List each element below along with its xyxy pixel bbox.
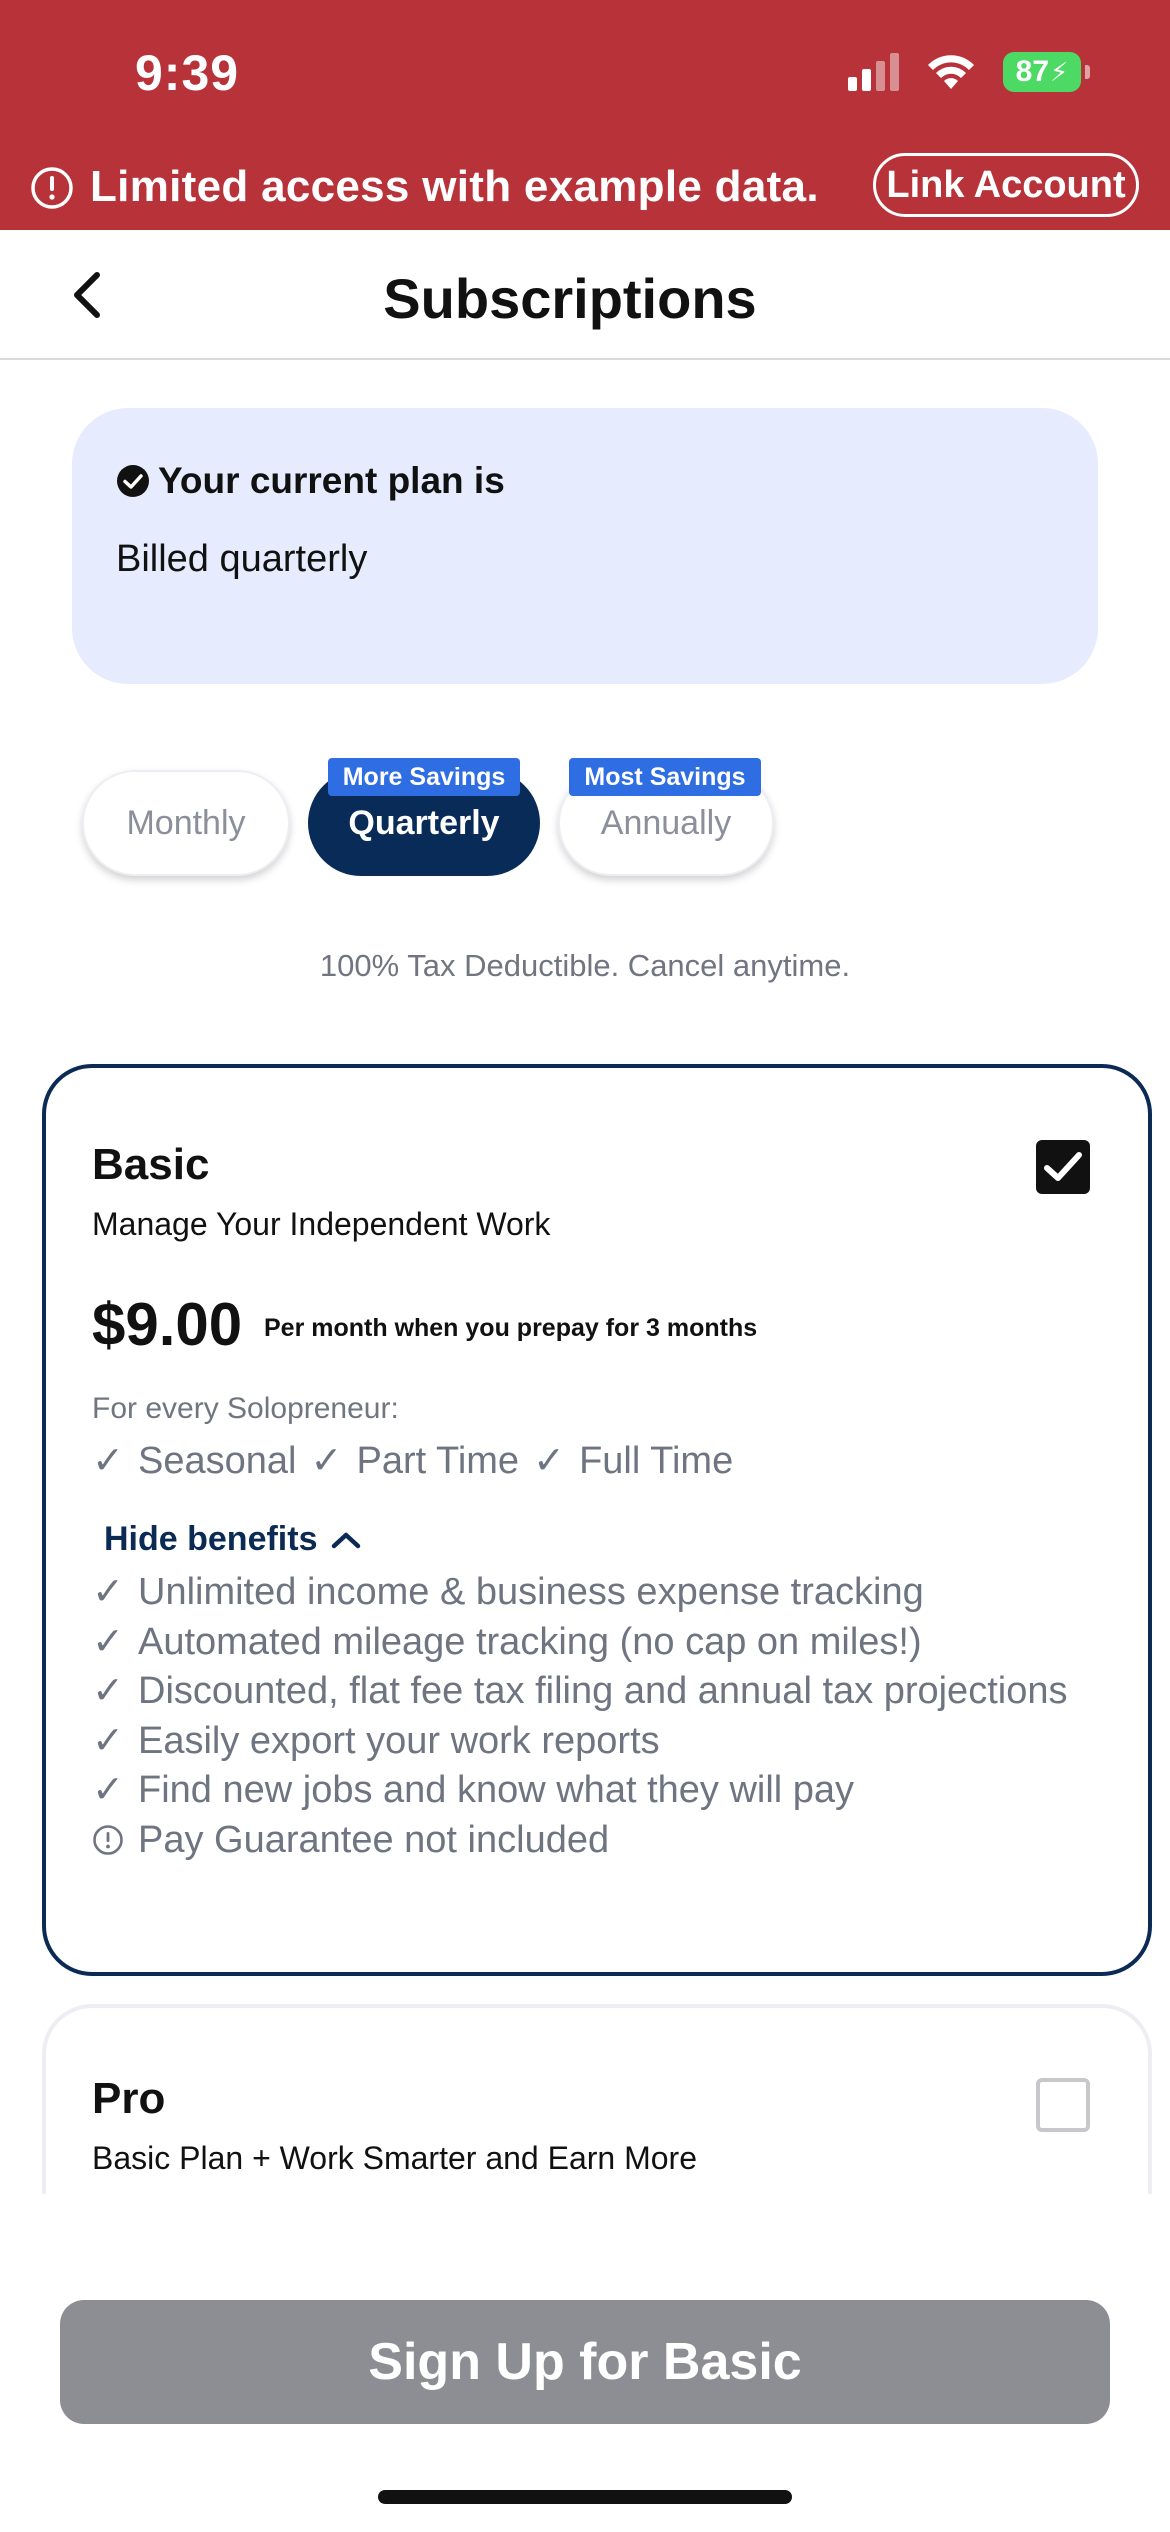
battery-level: 87 [1015, 55, 1050, 88]
benefit-item: ✓ Easily export your work reports [92, 1717, 1102, 1767]
benefit-item: ✓ Find new jobs and know what they will p… [92, 1766, 1102, 1816]
work-type: ✓ Seasonal [92, 1440, 297, 1482]
link-account-button[interactable]: Link Account [873, 153, 1139, 217]
billing-option-monthly[interactable]: Monthly [82, 770, 290, 876]
plan-name: Basic [92, 1140, 210, 1189]
status-and-banner-area: 9:39 87 ⚡ Limited access with example dat… [0, 0, 1170, 230]
check-icon: ✓ [92, 1769, 124, 1811]
nav-header: Subscriptions [0, 230, 1170, 360]
page-title: Subscriptions [383, 267, 757, 330]
plan-select-checkbox-basic[interactable] [1036, 1140, 1090, 1194]
banner-message: Limited access with example data. [90, 162, 819, 211]
check-icon: ✓ [92, 1670, 124, 1712]
tax-note: 100% Tax Deductible. Cancel anytime. [319, 948, 851, 983]
benefit-item: ✓ Unlimited income & business expense tra… [92, 1568, 1102, 1618]
battery-charging-icon: 87 ⚡ [1003, 52, 1090, 92]
check-icon: ✓ [533, 1440, 565, 1482]
hide-benefits-toggle[interactable]: Hide benefits [104, 1520, 361, 1559]
home-indicator [378, 2490, 792, 2504]
work-type: ✓ Full Time [533, 1440, 734, 1482]
current-plan-heading: Your current plan is [158, 460, 505, 501]
alert-circle-icon [31, 167, 73, 209]
benefit-item: Pay Guarantee not included [92, 1816, 1102, 1866]
benefit-item: ✓ Automated mileage tracking (no cap on m… [92, 1618, 1102, 1668]
check-circle-icon [117, 465, 149, 497]
plan-card-basic[interactable]: Basic Manage Your Independent Work $9.00… [42, 1064, 1152, 1976]
plan-price-note: Per month when you prepay for 3 months [264, 1314, 758, 1342]
benefit-item: ✓ Discounted, flat fee tax filing and ann… [92, 1667, 1102, 1717]
status-time: 9:39 [135, 45, 240, 101]
for-every-label: For every Solopreneur: [92, 1392, 399, 1425]
sign-up-button[interactable]: Sign Up for Basic [60, 2300, 1110, 2424]
check-icon: ✓ [92, 1571, 124, 1613]
plan-tagline: Manage Your Independent Work [92, 1206, 551, 1242]
current-plan-detail: Billed quarterly [116, 538, 368, 580]
benefits-list: ✓ Unlimited income & business expense tra… [92, 1568, 1102, 1865]
work-type: ✓ Part Time [310, 1440, 520, 1482]
more-savings-badge: More Savings [328, 758, 520, 796]
hide-benefits-label: Hide benefits [104, 1520, 318, 1558]
status-icons: 87 ⚡ [848, 52, 1090, 92]
plan-price: $9.00 [92, 1291, 243, 1358]
check-icon: ✓ [310, 1440, 343, 1482]
plan-name: Pro [92, 2074, 166, 2123]
current-plan-card: Your current plan is Billed quarterly [72, 408, 1098, 684]
check-icon: ✓ [92, 1620, 124, 1663]
alert-circle-icon [92, 1816, 124, 1866]
chevron-up-icon [332, 1532, 361, 1548]
cellular-signal-icon [848, 53, 899, 91]
work-types: ✓ Seasonal ✓ Part Time ✓ Full Time [92, 1438, 733, 1483]
plan-tagline: Basic Plan + Work Smarter and Earn More [92, 2140, 697, 2176]
check-icon: ✓ [92, 1440, 124, 1482]
current-plan-heading-row: Your current plan is [116, 460, 505, 502]
check-icon: ✓ [92, 1719, 124, 1762]
plan-select-checkbox-pro[interactable] [1036, 2078, 1090, 2132]
checkmark-icon [1044, 1152, 1082, 1181]
wifi-icon [928, 55, 974, 89]
most-savings-badge: Most Savings [569, 758, 761, 796]
